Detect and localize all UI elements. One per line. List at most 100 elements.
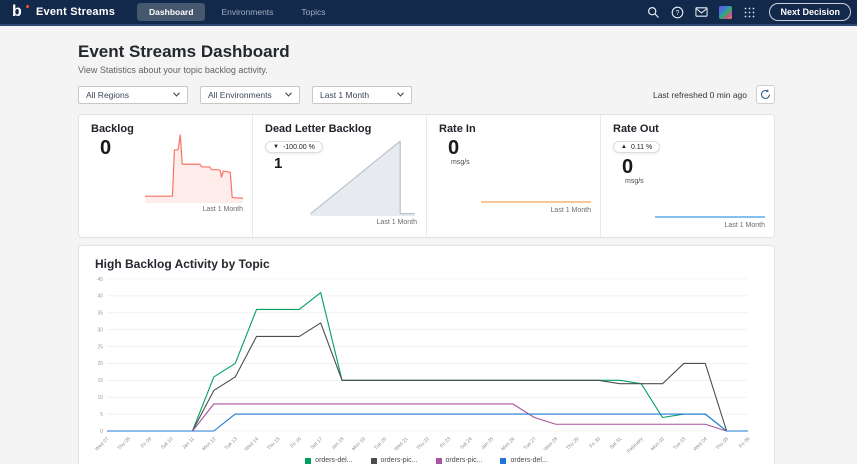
legend-item[interactable]: orders-pic... (435, 457, 482, 464)
filter-row: All Regions All Environments Last 1 Mont… (78, 85, 775, 104)
y-tick-label: 25 (97, 344, 103, 350)
environment-filter[interactable]: All Environments (200, 85, 300, 104)
sparkline-caption: Last 1 Month (376, 219, 417, 226)
y-tick-label: 10 (97, 395, 103, 401)
series-line (107, 403, 748, 432)
stat-card-dead-letter-backlog: Dead Letter Backlog ▼ -100.00 % 1 Last 1… (252, 115, 426, 237)
next-decision-button[interactable]: Next Decision (769, 3, 851, 21)
chevron-down-icon (173, 92, 180, 97)
x-tick-label: Sat 10 (160, 436, 175, 451)
mail-icon[interactable] (695, 6, 709, 19)
brand-logo[interactable]: b (12, 3, 29, 21)
series-line (107, 322, 748, 432)
y-tick-label: 0 (100, 429, 103, 435)
y-tick-label: 35 (97, 311, 103, 317)
trend-badge: ▲ 0.11 % (613, 141, 661, 153)
brand-name: Event Streams (36, 6, 116, 18)
x-tick-label: Wed 07 (94, 436, 111, 453)
legend-item[interactable]: orders-pic... (370, 457, 418, 464)
chevron-down-icon (397, 92, 404, 97)
stat-title: Rate Out (613, 123, 659, 135)
legend-swatch-icon (305, 457, 312, 464)
x-tick-label: Wed 21 (393, 436, 410, 453)
backlog-sparkline (145, 134, 243, 203)
y-tick-label: 30 (97, 327, 103, 333)
environment-filter-value: All Environments (208, 89, 272, 100)
sparkline-area: Last 1 Month (305, 137, 417, 226)
x-tick-label: Sat 17 (310, 436, 325, 451)
x-tick-label: Mon 12 (201, 436, 217, 452)
y-tick-label: 15 (97, 378, 103, 384)
y-tick-label: 40 (97, 294, 103, 300)
region-filter-value: All Regions (86, 89, 129, 100)
logo-letter: b (12, 3, 22, 20)
last-refreshed-text: Last refreshed 0 min ago (652, 89, 747, 100)
x-tick-label: Mon 02 (650, 436, 666, 452)
sparkline-caption: Last 1 Month (202, 206, 243, 213)
trend-value: 0.11 % (630, 143, 653, 151)
x-tick-label: Fri 06 (738, 436, 751, 449)
stat-card-rate-in: Rate In 0 msg/s Last 1 Month (426, 115, 600, 237)
x-tick-label: Wed 28 (543, 436, 560, 453)
stat-card-rate-out: Rate Out ▲ 0.11 % 0 msg/s Last 1 Month (600, 115, 774, 237)
x-tick-label: Thu 29 (565, 436, 580, 451)
x-tick-label: Fri 16 (289, 436, 302, 449)
svg-text:?: ? (676, 10, 680, 17)
nav-tabs: Dashboard Environments Topics (137, 3, 337, 21)
legend-label: orders-del... (510, 457, 548, 464)
avatar[interactable] (719, 5, 733, 19)
nav-tab-topics[interactable]: Topics (289, 3, 337, 21)
legend-swatch-icon (500, 457, 507, 464)
x-tick-label: Thu 15 (266, 436, 281, 451)
page-subtitle: View Statistics about your topic backlog… (78, 65, 268, 75)
refresh-area: Last refreshed 0 min ago (653, 85, 775, 104)
legend-label: orders-del... (315, 457, 353, 464)
x-tick-label: Mon 26 (500, 436, 516, 452)
x-tick-label: Thu 05 (715, 436, 730, 451)
stat-title: Rate In (439, 123, 476, 135)
time-range-filter-value: Last 1 Month (320, 89, 370, 100)
sparkline-fill (310, 141, 415, 216)
x-tick-label: February (626, 436, 645, 455)
x-tick-label: Thu 22 (416, 436, 431, 451)
app-switcher-icon[interactable] (743, 6, 756, 19)
x-tick-label: Jan 11 (181, 436, 196, 451)
x-tick-label: Tue 20 (373, 436, 388, 451)
navbar-left: b Event Streams Dashboard Environments T… (12, 3, 338, 21)
search-icon[interactable] (647, 6, 660, 19)
x-tick-label: Sat 24 (459, 436, 474, 451)
sparkline-area: Last 1 Month (481, 199, 591, 214)
main-content: Event Streams Dashboard View Statistics … (0, 26, 857, 464)
rate-in-sparkline (481, 201, 591, 203)
sparkline-area: Last 1 Month (145, 134, 243, 213)
legend-swatch-icon (370, 457, 377, 464)
stats-panel: Backlog 0 Last 1 Month Dead Letter Backl… (78, 114, 775, 238)
sparkline-area: Last 1 Month (655, 214, 765, 229)
x-tick-label: Tue 03 (672, 436, 687, 451)
chart-title: High Backlog Activity by Topic (95, 257, 270, 271)
region-filter[interactable]: All Regions (78, 85, 188, 104)
y-tick-label: 20 (97, 361, 103, 367)
x-tick-label: Sat 31 (609, 436, 624, 451)
x-tick-label: Jan 25 (480, 436, 495, 451)
navbar-right: ? Next Decision (647, 3, 851, 21)
nav-tab-dashboard[interactable]: Dashboard (137, 3, 206, 21)
logo-dot (26, 5, 29, 8)
x-tick-label: Tue 13 (223, 436, 238, 451)
legend-item[interactable]: orders-del... (305, 457, 353, 464)
stat-card-backlog: Backlog 0 Last 1 Month (79, 115, 252, 237)
refresh-button[interactable] (756, 85, 775, 104)
nav-tab-environments[interactable]: Environments (209, 3, 285, 21)
stat-value: 0 (448, 137, 460, 159)
rate-out-sparkline (655, 216, 765, 218)
stat-title: Dead Letter Backlog (265, 123, 372, 135)
sparkline-caption: Last 1 Month (550, 207, 591, 214)
x-tick-label: Fri 23 (439, 436, 452, 449)
sparkline-fill (145, 135, 243, 203)
legend-label: orders-pic... (380, 457, 418, 464)
y-tick-label: 45 (97, 277, 103, 283)
x-tick-label: Wed 04 (692, 436, 709, 453)
legend-item[interactable]: orders-del... (500, 457, 548, 464)
help-icon[interactable]: ? (671, 6, 684, 19)
time-range-filter[interactable]: Last 1 Month (312, 85, 412, 104)
